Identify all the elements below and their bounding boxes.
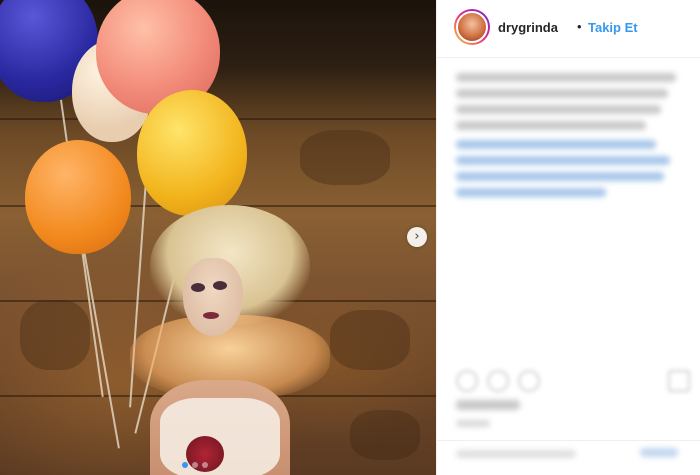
next-slide-button[interactable]: › <box>407 227 427 247</box>
heart-icon[interactable] <box>456 370 478 392</box>
face <box>183 258 243 336</box>
bookmark-icon[interactable] <box>668 370 690 392</box>
blurred-caption-line <box>456 121 646 130</box>
panel-divider <box>436 0 437 475</box>
blurred-hashtag-line <box>456 188 606 197</box>
comment-divider <box>437 440 700 441</box>
avatar[interactable] <box>454 9 490 45</box>
eye-makeup <box>191 283 205 292</box>
blurred-hashtag-line <box>456 140 656 149</box>
wall-stone <box>350 410 420 460</box>
chevron-right-icon: › <box>414 229 420 244</box>
carousel-indicator <box>182 462 208 468</box>
blurred-caption-line <box>456 105 661 114</box>
carousel-dot <box>192 462 198 468</box>
follow-button[interactable]: Takip Et <box>588 20 638 35</box>
eye-makeup <box>213 281 227 290</box>
post-photo[interactable]: › <box>0 0 436 475</box>
blurred-caption-line <box>456 89 668 98</box>
blurred-likes-count <box>456 400 520 410</box>
wall-stone <box>300 130 390 185</box>
yellow-balloon <box>137 90 247 216</box>
comment-icon[interactable] <box>487 370 509 392</box>
carousel-dot <box>182 462 188 468</box>
wall-stone <box>330 310 410 370</box>
avatar-image <box>456 11 488 43</box>
share-icon[interactable] <box>518 370 540 392</box>
post-header: drygrinda • Takip Et <box>437 0 700 58</box>
blurred-post-button[interactable] <box>640 448 678 457</box>
lips <box>203 312 219 319</box>
blurred-hashtag-line <box>456 156 670 165</box>
separator-dot: • <box>577 19 582 34</box>
blurred-comment-input[interactable] <box>456 450 576 458</box>
wall-stone <box>20 300 90 370</box>
orange-balloon <box>25 140 131 254</box>
carousel-dot <box>202 462 208 468</box>
username-link[interactable]: drygrinda <box>498 20 558 35</box>
blurred-post-date <box>456 420 490 427</box>
blurred-caption-line <box>456 73 676 82</box>
blurred-hashtag-line <box>456 172 664 181</box>
